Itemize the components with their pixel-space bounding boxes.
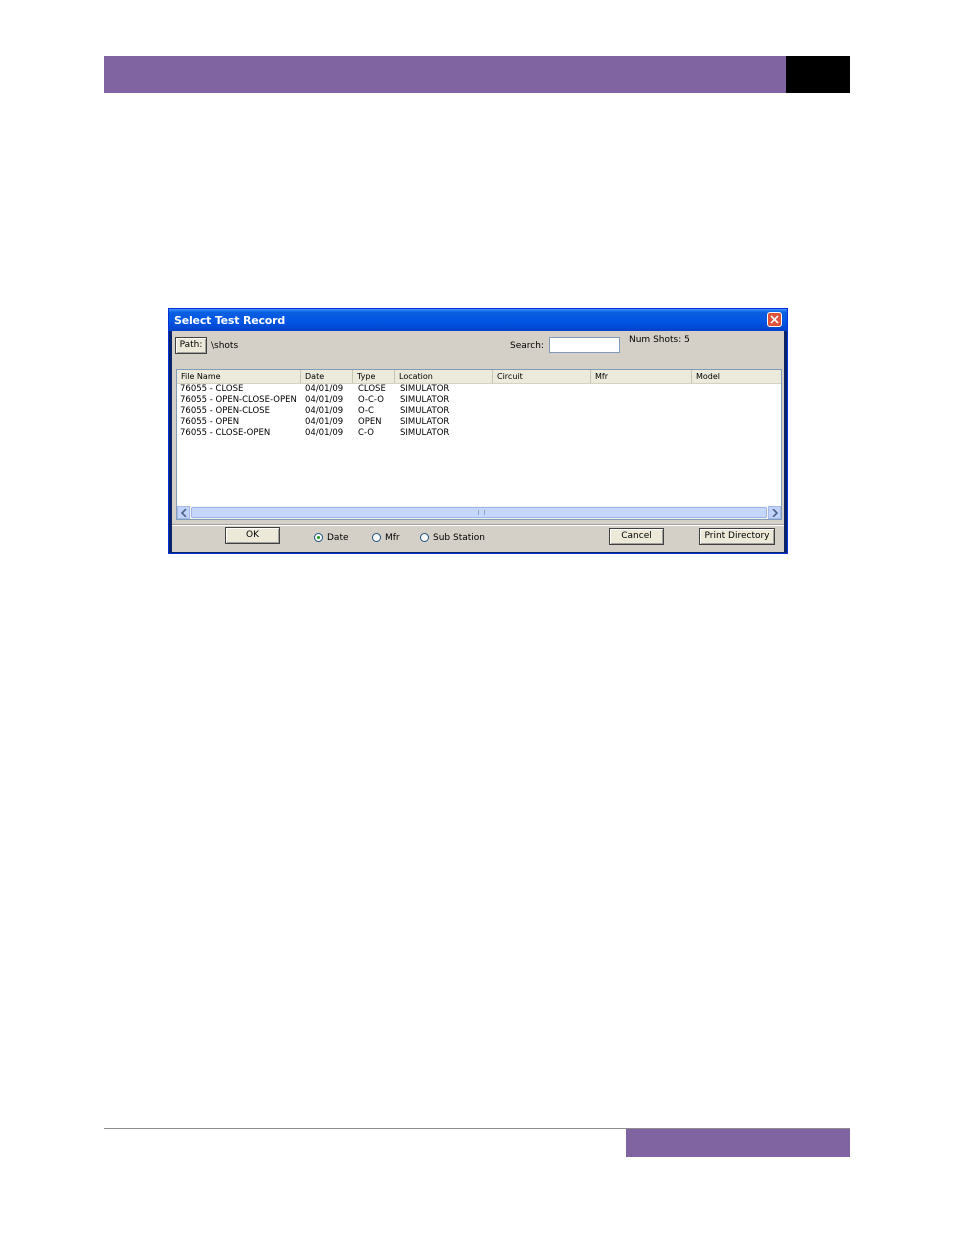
cell-location: SIMULATOR <box>400 417 450 427</box>
sort-date-radio[interactable] <box>314 533 323 542</box>
column-header-row: File Name Date Type Location Circuit Mfr… <box>177 370 781 384</box>
chevron-left-icon <box>181 509 187 517</box>
cell-date: 04/01/09 <box>305 428 344 438</box>
cell-file-name: 76055 - OPEN <box>180 417 240 427</box>
thumb-grip <box>478 510 485 515</box>
cell-type: OPEN <box>358 417 382 427</box>
column-header-mfr[interactable]: Mfr <box>591 370 692 383</box>
cell-location: SIMULATOR <box>400 384 450 394</box>
cell-file-name: 76055 - CLOSE-OPEN <box>180 428 271 438</box>
sort-mfr-radio[interactable] <box>372 533 381 542</box>
cell-date: 04/01/09 <box>305 395 344 405</box>
cell-type: O-C <box>358 406 374 416</box>
scrollbar-thumb[interactable] <box>191 507 767 518</box>
column-header-circuit[interactable]: Circuit <box>493 370 591 383</box>
num-shots-label: Num Shots: 5 <box>629 335 690 345</box>
title-bar[interactable]: Select Test Record <box>169 309 787 331</box>
dialog-body: Path: \shots Search: Num Shots: 5 File N… <box>172 331 784 552</box>
path-button[interactable]: Path: <box>175 337 207 354</box>
sort-mfr-label: Mfr <box>385 533 400 543</box>
test-record-list[interactable]: File Name Date Type Location Circuit Mfr… <box>176 369 782 520</box>
column-header-type[interactable]: Type <box>353 370 395 383</box>
cell-date: 04/01/09 <box>305 417 344 427</box>
cell-location: SIMULATOR <box>400 406 450 416</box>
close-button[interactable] <box>767 312 782 327</box>
select-test-record-dialog: Select Test Record Path: \shots Search: … <box>168 308 788 554</box>
header-block <box>786 56 850 93</box>
cell-type: CLOSE <box>358 384 386 394</box>
sort-sub-station-radio[interactable] <box>420 533 429 542</box>
cancel-button[interactable]: Cancel <box>609 528 664 545</box>
table-row[interactable]: 76055 - OPEN-CLOSE-OPEN 04/01/09 O-C-O S… <box>177 395 781 406</box>
dialog-title: Select Test Record <box>174 314 286 327</box>
cell-type: O-C-O <box>358 395 384 405</box>
table-row[interactable]: 76055 - CLOSE 04/01/09 CLOSE SIMULATOR <box>177 384 781 395</box>
header-band <box>104 56 786 93</box>
scroll-left-button[interactable] <box>177 506 190 519</box>
path-value: \shots <box>211 341 239 351</box>
cell-date: 04/01/09 <box>305 406 344 416</box>
chevron-right-icon <box>772 509 778 517</box>
print-directory-button[interactable]: Print Directory <box>699 528 775 545</box>
scroll-right-button[interactable] <box>768 506 781 519</box>
sort-sub-station-label: Sub Station <box>433 533 485 543</box>
cell-location: SIMULATOR <box>400 428 450 438</box>
cell-date: 04/01/09 <box>305 384 344 394</box>
horizontal-scrollbar[interactable] <box>177 506 781 519</box>
search-input[interactable] <box>549 337 620 353</box>
sort-date-label: Date <box>327 533 349 543</box>
cell-location: SIMULATOR <box>400 395 450 405</box>
table-row[interactable]: 76055 - OPEN-CLOSE 04/01/09 O-C SIMULATO… <box>177 406 781 417</box>
column-header-model[interactable]: Model <box>692 370 781 383</box>
cell-file-name: 76055 - OPEN-CLOSE <box>180 406 270 416</box>
column-header-file-name[interactable]: File Name <box>177 370 301 383</box>
cell-file-name: 76055 - OPEN-CLOSE-OPEN <box>180 395 297 405</box>
separator-highlight <box>172 525 784 526</box>
footer-band <box>626 1129 850 1157</box>
column-header-date[interactable]: Date <box>301 370 353 383</box>
table-row[interactable]: 76055 - CLOSE-OPEN 04/01/09 C-O SIMULATO… <box>177 428 781 439</box>
ok-button[interactable]: OK <box>225 527 280 544</box>
close-icon <box>770 315 779 324</box>
cell-file-name: 76055 - CLOSE <box>180 384 244 394</box>
column-header-location[interactable]: Location <box>395 370 493 383</box>
search-label: Search: <box>510 341 544 351</box>
table-row[interactable]: 76055 - OPEN 04/01/09 OPEN SIMULATOR <box>177 417 781 428</box>
cell-type: C-O <box>358 428 374 438</box>
